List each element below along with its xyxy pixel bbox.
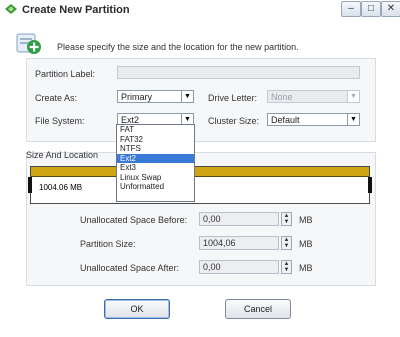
cancel-button[interactable]: Cancel xyxy=(225,299,291,319)
partition-bar-fill xyxy=(31,167,369,177)
partition-label-input[interactable] xyxy=(117,66,360,79)
partition-size-input[interactable]: 1004,06 xyxy=(199,236,279,250)
partition-size-unit: MB xyxy=(299,239,313,249)
partition-label-label: Partition Label: xyxy=(35,69,96,79)
ok-button[interactable]: OK xyxy=(104,299,170,319)
partition-bar[interactable]: 1004.06 MB xyxy=(30,166,370,204)
file-system-option[interactable]: Linux Swap xyxy=(117,173,194,183)
file-system-option[interactable]: Unformatted xyxy=(117,182,194,192)
file-system-options-list: FAT FAT32 NTFS Ext2 Ext3 Linux Swap Unformatte… xyxy=(116,124,195,202)
chevron-down-icon[interactable]: ▼ xyxy=(347,91,359,102)
space-after-input[interactable]: 0,00 xyxy=(199,260,279,274)
drive-letter-value: None xyxy=(271,92,293,102)
close-button[interactable]: ✕ xyxy=(381,1,400,17)
header-instruction: Please specify the size and the location… xyxy=(57,42,299,52)
partition-size-label: Partition Size: xyxy=(80,239,136,249)
file-system-option[interactable]: Ext2 xyxy=(117,153,194,163)
window-title: Create New Partition xyxy=(22,4,130,16)
space-before-input[interactable]: 0,00 xyxy=(199,212,279,226)
space-after-label: Unallocated Space After: xyxy=(80,263,180,273)
cluster-size-label: Cluster Size: xyxy=(208,116,260,126)
drive-letter-label: Drive Letter: xyxy=(208,93,258,103)
file-system-option[interactable]: FAT32 xyxy=(117,135,194,145)
file-system-option[interactable]: NTFS xyxy=(117,144,194,154)
create-as-value: Primary xyxy=(121,92,152,102)
space-before-stepper[interactable]: ▲ ▼ xyxy=(281,212,292,226)
chevron-down-icon[interactable]: ▼ xyxy=(347,114,359,125)
partition-size-stepper[interactable]: ▲ ▼ xyxy=(281,236,292,250)
cluster-size-dropdown[interactable]: Default ▼ xyxy=(267,113,360,126)
left-resize-handle[interactable] xyxy=(28,177,32,193)
add-partition-icon xyxy=(16,33,41,54)
title-bar: Create New Partition – □ ✕ xyxy=(0,0,400,22)
space-before-unit: MB xyxy=(299,215,313,225)
file-system-option[interactable]: Ext3 xyxy=(117,163,194,173)
right-resize-handle[interactable] xyxy=(368,177,372,193)
file-system-label: File System: xyxy=(35,116,85,126)
create-as-dropdown[interactable]: Primary ▼ xyxy=(117,90,194,103)
space-before-label: Unallocated Space Before: xyxy=(80,215,188,225)
partition-bar-size: 1004.06 MB xyxy=(39,183,83,192)
drive-letter-dropdown[interactable]: None ▼ xyxy=(267,90,360,103)
chevron-down-icon[interactable]: ▼ xyxy=(181,91,193,102)
size-location-title: Size And Location xyxy=(26,150,99,160)
space-after-unit: MB xyxy=(299,263,313,273)
app-icon xyxy=(5,4,17,14)
minimize-button[interactable]: – xyxy=(341,1,361,17)
create-as-label: Create As: xyxy=(35,93,78,103)
cluster-size-value: Default xyxy=(271,115,300,125)
maximize-button[interactable]: □ xyxy=(361,1,381,17)
file-system-option[interactable]: FAT xyxy=(117,125,194,135)
space-after-stepper[interactable]: ▲ ▼ xyxy=(281,260,292,274)
